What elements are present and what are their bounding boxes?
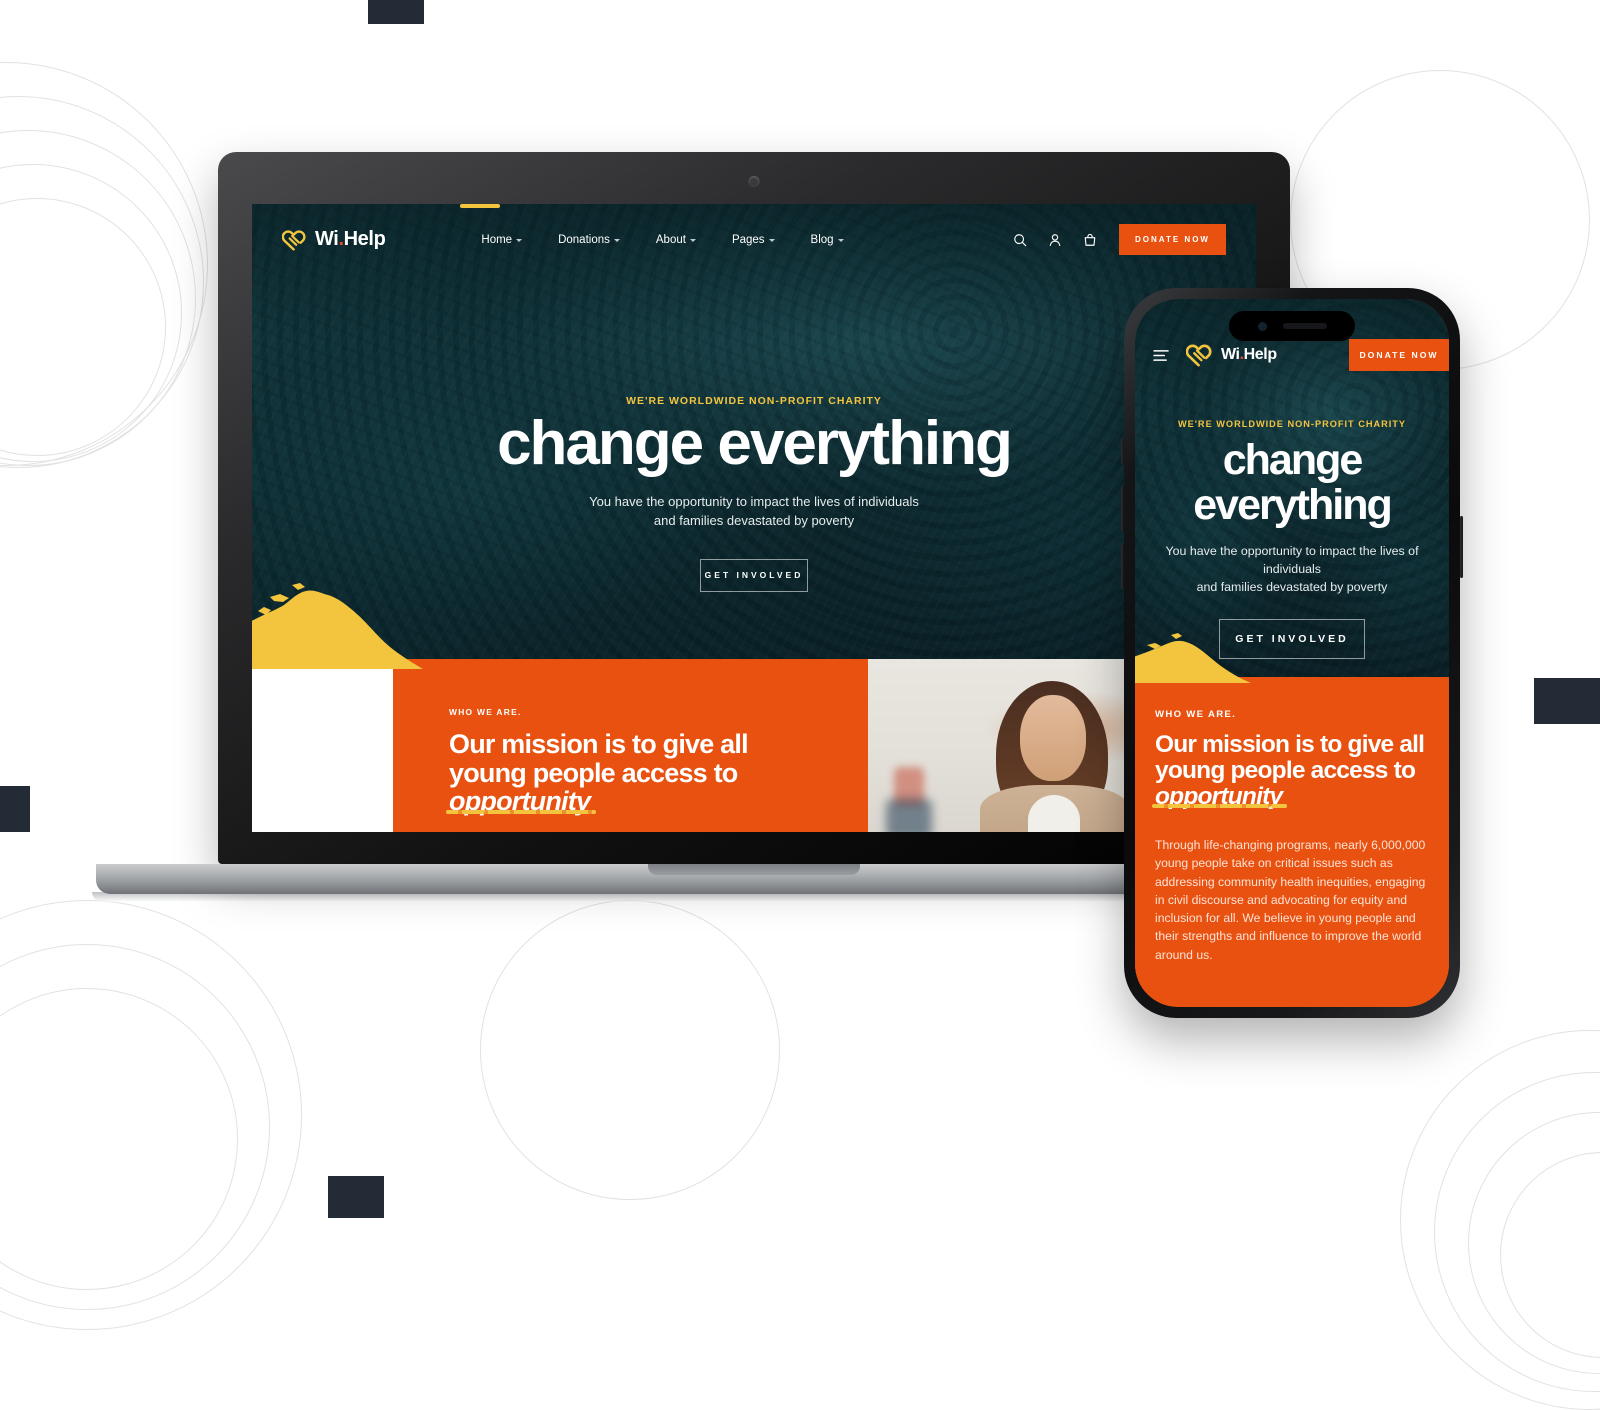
chevron-down-icon xyxy=(768,239,775,242)
desktop-nav-icons xyxy=(1013,233,1097,247)
heart-ribbon-icon xyxy=(282,229,306,251)
phone-mockup: Wi.Help DONATE NOW WE'RE WORLDWIDE NON-P… xyxy=(1121,288,1463,1018)
laptop-camera-icon xyxy=(748,176,760,187)
deco-ring-left-1 xyxy=(0,62,208,466)
white-strip xyxy=(252,659,393,832)
mockup-stage: Wi.Help Home Donations About Pages Blog xyxy=(0,0,1600,1410)
deco-square-left xyxy=(0,786,30,832)
desktop-menu: Home Donations About Pages Blog xyxy=(481,234,844,246)
mobile-hero: Wi.Help DONATE NOW WE'RE WORLDWIDE NON-P… xyxy=(1135,299,1449,683)
mobile-get-involved-button[interactable]: GET INVOLVED xyxy=(1219,619,1365,660)
mobile-hero-subtitle-line-2: individuals xyxy=(1263,562,1321,577)
mobile-site: Wi.Help DONATE NOW WE'RE WORLDWIDE NON-P… xyxy=(1135,299,1449,1007)
hero-heading: change everything xyxy=(497,409,1013,478)
mobile-hero-subtitle: You have the opportunity to impact the l… xyxy=(1151,543,1433,597)
mobile-hero-heading-line-1: change xyxy=(1222,436,1364,484)
deco-ring-center-bottom xyxy=(480,900,780,1200)
mission-heading: Our mission is to give all young people … xyxy=(446,729,868,817)
nav-item-blog[interactable]: Blog xyxy=(811,234,844,246)
brand-logo[interactable]: Wi.Help xyxy=(282,228,386,251)
deco-square-bottom xyxy=(328,1176,384,1218)
nav-item-pages[interactable]: Pages xyxy=(732,234,775,246)
deco-square-top xyxy=(368,0,424,24)
nav-item-donations[interactable]: Donations xyxy=(558,234,620,246)
deco-ring-bottomright-3 xyxy=(1468,1112,1600,1374)
chevron-down-icon xyxy=(613,239,620,242)
deco-ring-bottomright-2 xyxy=(1434,1072,1600,1392)
search-icon[interactable] xyxy=(1013,233,1027,247)
earpiece-speaker-icon xyxy=(1282,323,1327,329)
deco-ring-bottomleft-1 xyxy=(0,900,302,1330)
mobile-mission-line-1: Our mission is to give all xyxy=(1155,731,1425,758)
deco-ring-left-2 xyxy=(0,96,204,468)
deco-ring-bottomleft-3 xyxy=(0,988,238,1290)
hero-subtitle: You have the opportunity to impact the l… xyxy=(252,493,1256,531)
deco-ring-left-5 xyxy=(0,198,166,456)
deco-ring-bottomleft-2 xyxy=(0,944,270,1310)
mobile-mission-emphasis: opportunity xyxy=(1152,782,1288,810)
mission-line-1: Our mission is to give all xyxy=(449,729,749,759)
mobile-mission-line-2: young people access to xyxy=(1155,756,1416,784)
mobile-mission-eyebrow: WHO WE ARE. xyxy=(1155,709,1237,720)
deco-ring-left-4 xyxy=(0,164,182,462)
phone-notch xyxy=(1229,311,1355,341)
mobile-brand-name: Wi.Help xyxy=(1221,346,1277,363)
phone-power-button[interactable] xyxy=(1460,516,1463,578)
mobile-mission-body: Through life-changing programs, nearly 6… xyxy=(1155,837,1426,962)
desktop-site: Wi.Help Home Donations About Pages Blog xyxy=(252,204,1256,832)
user-icon[interactable] xyxy=(1048,233,1062,247)
desktop-bottom-row: WHO WE ARE. Our mission is to give all y… xyxy=(252,659,1256,832)
phone-screen: Wi.Help DONATE NOW WE'RE WORLDWIDE NON-P… xyxy=(1135,299,1449,1007)
donate-now-button[interactable]: DONATE NOW xyxy=(1119,224,1226,255)
cart-icon[interactable] xyxy=(1083,233,1097,247)
get-involved-button[interactable]: GET INVOLVED xyxy=(700,558,808,592)
brand-name: Wi.Help xyxy=(315,228,386,250)
chevron-down-icon xyxy=(837,239,844,242)
desktop-mission-card: WHO WE ARE. Our mission is to give all y… xyxy=(393,659,868,832)
mobile-donate-now-button[interactable]: DONATE NOW xyxy=(1349,339,1449,371)
nav-item-about[interactable]: About xyxy=(656,234,696,246)
laptop-screen: Wi.Help Home Donations About Pages Blog xyxy=(252,204,1256,832)
nav-item-home[interactable]: Home xyxy=(481,234,523,246)
chevron-down-icon xyxy=(516,239,523,242)
photo-person-face xyxy=(1020,695,1086,781)
mobile-hero-subtitle-line-1: You have the opportunity to impact the l… xyxy=(1165,544,1419,559)
deco-ring-bottomright-1 xyxy=(1400,1030,1600,1410)
mobile-hero-eyebrow: WE'RE WORLDWIDE NON-PROFIT CHARITY xyxy=(1177,419,1407,429)
mobile-mission-heading: Our mission is to give all young people … xyxy=(1152,731,1429,810)
mission-emphasis: opportunity xyxy=(446,786,596,817)
mission-line-2: young people access to xyxy=(449,757,738,788)
heart-ribbon-icon xyxy=(1186,344,1212,367)
photo-bg-blur-blue xyxy=(886,799,932,832)
mobile-brand-logo[interactable]: Wi.Help xyxy=(1186,343,1277,367)
mobile-hero-subtitle-line-3: and families devastated by poverty xyxy=(1196,580,1388,595)
hero-subtitle-line-1: You have the opportunity to impact the l… xyxy=(589,494,919,509)
deco-ring-left-3 xyxy=(0,130,196,466)
hamburger-icon[interactable] xyxy=(1153,349,1170,362)
desktop-navbar: Wi.Help Home Donations About Pages Blog xyxy=(252,204,1256,255)
deco-square-right xyxy=(1534,678,1600,724)
desktop-hero: Wi.Help Home Donations About Pages Blog xyxy=(252,204,1256,669)
hero-eyebrow: WE'RE WORLDWIDE NON-PROFIT CHARITY xyxy=(626,395,882,407)
chevron-down-icon xyxy=(689,239,696,242)
front-camera-icon xyxy=(1257,321,1267,331)
mobile-hero-copy: WE'RE WORLDWIDE NON-PROFIT CHARITY chang… xyxy=(1135,371,1449,660)
mission-eyebrow: WHO WE ARE. xyxy=(449,707,522,717)
mobile-mission-card: WHO WE ARE. Our mission is to give all y… xyxy=(1135,677,1449,992)
hero-subtitle-line-2: and families devastated by poverty xyxy=(653,512,855,528)
desktop-hero-copy: WE'RE WORLDWIDE NON-PROFIT CHARITY chang… xyxy=(252,255,1256,592)
mobile-hero-heading: change everything xyxy=(1151,436,1433,530)
deco-ring-bottomright-4 xyxy=(1500,1152,1600,1358)
mobile-hero-heading-line-2: everything xyxy=(1193,481,1392,530)
